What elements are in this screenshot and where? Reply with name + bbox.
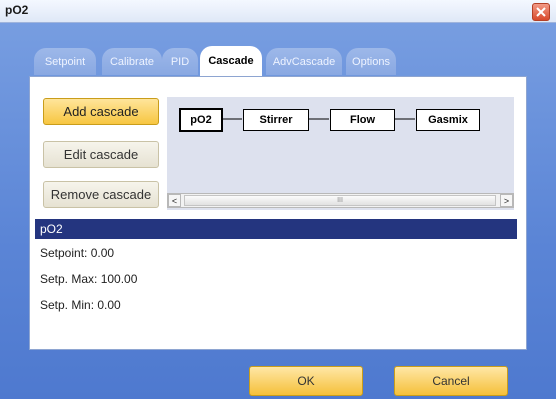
horizontal-scrollbar[interactable]: < III > <box>167 193 514 208</box>
tab-cascade[interactable]: Cascade <box>200 46 262 76</box>
tab-options[interactable]: Options <box>346 48 396 75</box>
scroll-right-button[interactable]: > <box>500 194 513 207</box>
setpoint-max-value: Setp. Max: 100.00 <box>40 272 138 286</box>
tab-setpoint[interactable]: Setpoint <box>34 48 96 75</box>
scroll-thumb[interactable]: III <box>184 195 496 206</box>
cascade-node-gasmix[interactable]: Gasmix <box>416 109 480 131</box>
cascade-node-po2[interactable]: pO2 <box>179 108 223 132</box>
tab-advcascade[interactable]: AdvCascade <box>266 48 342 75</box>
cascade-node-flow[interactable]: Flow <box>330 109 395 131</box>
dialog-window: pO2 Setpoint Calibrate PID Cascade AdvCa… <box>0 0 556 399</box>
scroll-left-button[interactable]: < <box>168 194 181 207</box>
edit-cascade-button[interactable]: Edit cascade <box>43 141 159 168</box>
info-header: pO2 <box>35 219 517 239</box>
setpoint-min-value: Setp. Min: 0.00 <box>40 298 121 312</box>
remove-cascade-button[interactable]: Remove cascade <box>43 181 159 208</box>
cascade-node-stirrer[interactable]: Stirrer <box>243 109 309 131</box>
cascade-panel: Add cascade Edit cascade Remove cascade … <box>29 76 527 350</box>
tab-pid[interactable]: PID <box>162 48 198 75</box>
close-button[interactable] <box>532 3 550 21</box>
ok-button[interactable]: OK <box>249 366 363 396</box>
cancel-button[interactable]: Cancel <box>394 366 508 396</box>
title-bar: pO2 <box>0 0 556 23</box>
add-cascade-button[interactable]: Add cascade <box>43 98 159 125</box>
window-title: pO2 <box>5 3 29 17</box>
close-icon <box>536 7 546 17</box>
tab-calibrate[interactable]: Calibrate <box>102 48 162 75</box>
setpoint-value: Setpoint: 0.00 <box>40 246 115 260</box>
